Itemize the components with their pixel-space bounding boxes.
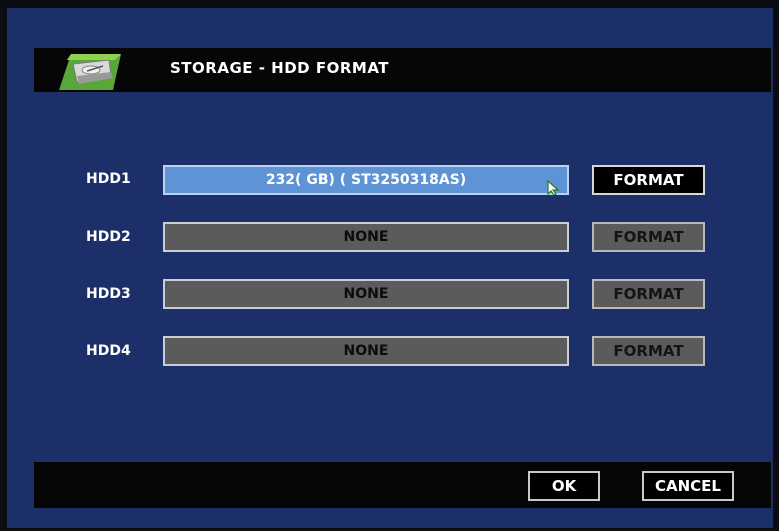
hdd4-info-field[interactable]: NONE (163, 336, 569, 366)
hdd4-format-button[interactable]: FORMAT (592, 336, 705, 366)
bottom-bar: OK CANCEL (34, 462, 771, 508)
hdd2-label: HDD2 (86, 229, 131, 245)
hdd3-info-text: NONE (343, 286, 389, 302)
hdd-icon (51, 46, 131, 94)
hdd3-info-field[interactable]: NONE (163, 279, 569, 309)
hdd2-info-text: NONE (343, 229, 389, 245)
ok-button[interactable]: OK (528, 471, 600, 501)
storage-screen: STORAGE - HDD FORMAT HDD1 232( GB) ( ST3… (7, 8, 773, 528)
hdd1-label: HDD1 (86, 171, 131, 187)
hdd1-info-field[interactable]: 232( GB) ( ST3250318AS) (163, 165, 569, 196)
mouse-pointer-icon (547, 179, 561, 200)
hdd2-format-button[interactable]: FORMAT (592, 222, 705, 252)
hdd1-format-button[interactable]: FORMAT (592, 165, 705, 195)
hdd3-format-button[interactable]: FORMAT (592, 279, 705, 309)
page-title: STORAGE - HDD FORMAT (170, 59, 390, 77)
hdd3-label: HDD3 (86, 286, 131, 302)
hdd1-info-text: 232( GB) ( ST3250318AS) (265, 172, 467, 188)
hdd4-info-text: NONE (343, 343, 389, 359)
hdd2-info-field[interactable]: NONE (163, 222, 569, 252)
title-bar: STORAGE - HDD FORMAT (34, 48, 771, 92)
cancel-button[interactable]: CANCEL (642, 471, 734, 501)
hdd4-label: HDD4 (86, 343, 131, 359)
